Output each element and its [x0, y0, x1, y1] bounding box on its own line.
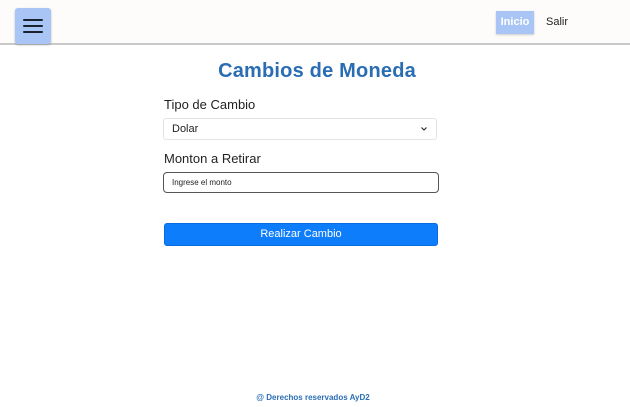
- page-title: Cambios de Moneda: [218, 60, 416, 82]
- monto-a-retirar-label: Monton a Retirar: [164, 151, 261, 166]
- monto-input-placeholder: Ingrese el monto: [172, 178, 232, 187]
- nav-link-inicio[interactable]: Inicio: [496, 11, 534, 34]
- footer-copyright: @ Derechos reservados AyD2: [256, 393, 370, 402]
- menu-button[interactable]: [15, 8, 51, 44]
- tipo-de-cambio-select[interactable]: Dolar: [163, 118, 437, 140]
- select-value: Dolar: [172, 123, 199, 135]
- monto-input[interactable]: Ingrese el monto: [163, 172, 439, 193]
- realizar-cambio-button[interactable]: Realizar Cambio: [164, 223, 438, 246]
- chevron-down-icon: [421, 127, 427, 131]
- page: Inicio Salir Cambios de Moneda Tipo de C…: [0, 0, 630, 407]
- top-navbar: Inicio Salir: [0, 0, 630, 45]
- tipo-de-cambio-label: Tipo de Cambio: [164, 97, 256, 112]
- nav-link-salir[interactable]: Salir: [546, 11, 568, 34]
